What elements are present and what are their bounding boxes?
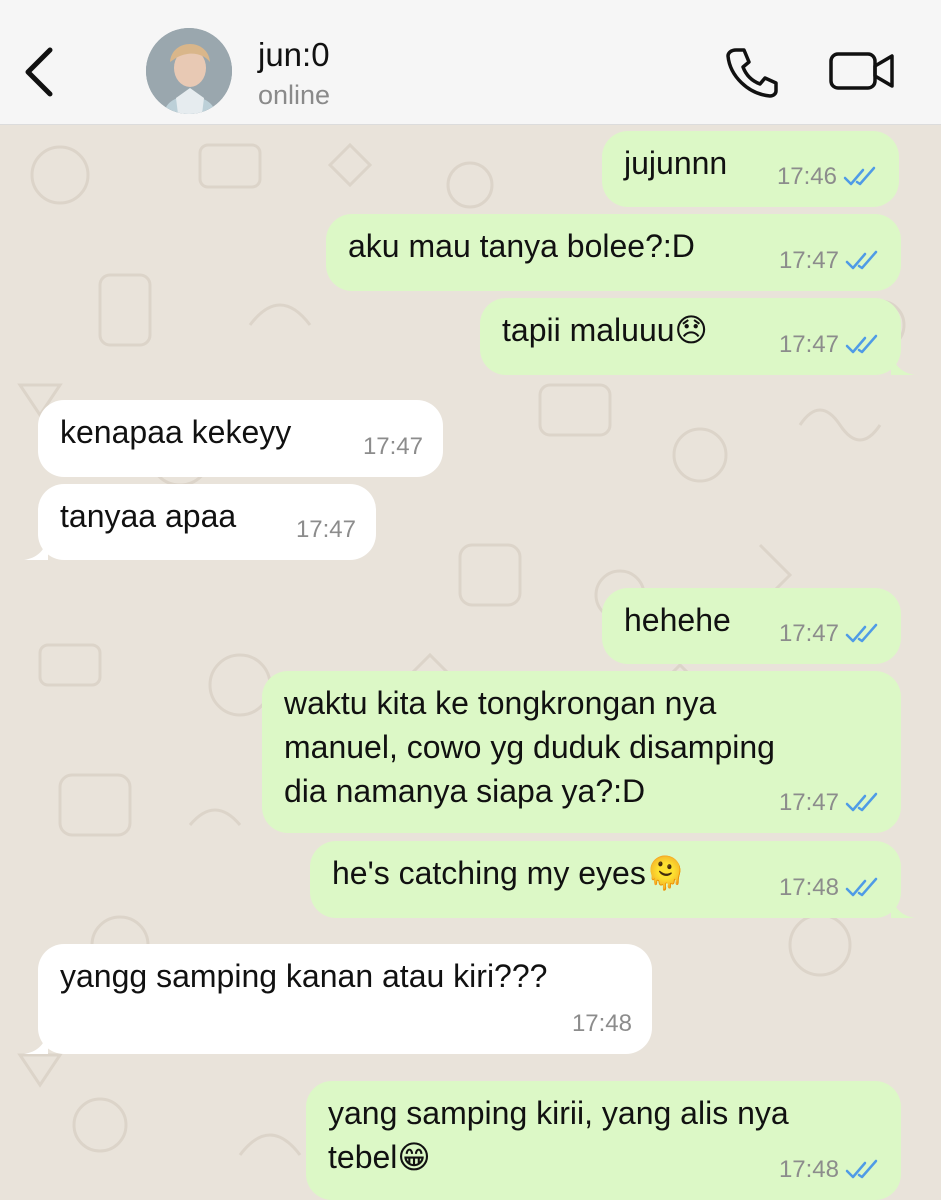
bubble-tail <box>24 1032 48 1054</box>
contact-avatar[interactable] <box>146 28 232 114</box>
video-camera-icon[interactable] <box>828 46 896 96</box>
contact-name[interactable]: jun:0 <box>258 36 330 74</box>
message-text: yangg samping kanan atau kiri??? <box>60 958 548 994</box>
double-check-icon <box>843 166 876 186</box>
message-time: 17:47 <box>362 433 423 460</box>
outgoing-message[interactable]: tapii maluuu😞 17:47 <box>480 298 915 375</box>
message-meta: 17:47 <box>296 508 356 552</box>
outgoing-message[interactable]: yang samping kirii, yang alis nya tebel😁… <box>306 1081 901 1200</box>
outgoing-message[interactable]: aku mau tanya bolee?:D 17:47 <box>326 214 901 291</box>
message-meta: 17:47 <box>779 781 881 825</box>
message-meta: 17:47 <box>779 239 881 283</box>
message-time: 17:48 <box>571 1010 632 1037</box>
message-meta: 17:47 <box>779 323 881 367</box>
message-meta: 17:48 <box>779 866 881 910</box>
message-time: 17:47 <box>778 331 839 358</box>
bubble-tail <box>891 353 915 375</box>
message-time: 17:47 <box>295 516 356 543</box>
bubble-tail <box>891 896 915 918</box>
message-time: 17:48 <box>778 874 839 901</box>
chat-header: jun:0 online <box>0 0 941 125</box>
double-check-icon <box>845 623 878 643</box>
message-meta: 17:47 <box>363 425 423 469</box>
message-time: 17:46 <box>776 163 837 190</box>
chat-area[interactable]: jujunnn 17:46 aku mau tanya bolee?:D 17:… <box>0 125 941 1200</box>
double-check-icon <box>845 792 878 812</box>
message-time: 17:47 <box>778 247 839 274</box>
back-chevron-icon[interactable] <box>20 42 60 102</box>
outgoing-message[interactable]: he's catching my eyes🫠 17:48 <box>310 841 915 918</box>
message-time: 17:47 <box>778 620 839 647</box>
phone-icon[interactable] <box>722 44 782 100</box>
double-check-icon <box>845 250 878 270</box>
double-check-icon <box>845 877 878 897</box>
incoming-message[interactable]: yangg samping kanan atau kiri??? 17:48 <box>24 944 652 1054</box>
outgoing-message[interactable]: waktu kita ke tongkrongan nya manuel, co… <box>262 671 901 833</box>
message-meta: 17:47 <box>779 612 881 656</box>
message-meta: 17:48 <box>572 1002 632 1046</box>
incoming-message[interactable]: tanyaa apaa 17:47 <box>24 484 376 560</box>
message-time: 17:48 <box>778 1156 839 1183</box>
message-time: 17:47 <box>778 789 839 816</box>
double-check-icon <box>845 334 878 354</box>
bubble-tail <box>24 538 48 560</box>
message-meta: 17:48 <box>779 1148 881 1192</box>
message-meta: 17:46 <box>777 155 879 199</box>
outgoing-message[interactable]: jujunnn 17:46 <box>602 131 899 207</box>
incoming-message[interactable]: kenapaa kekeyy 17:47 <box>38 400 443 477</box>
contact-status: online <box>258 80 331 110</box>
outgoing-message[interactable]: hehehe 17:47 <box>602 588 901 664</box>
double-check-icon <box>845 1159 878 1179</box>
